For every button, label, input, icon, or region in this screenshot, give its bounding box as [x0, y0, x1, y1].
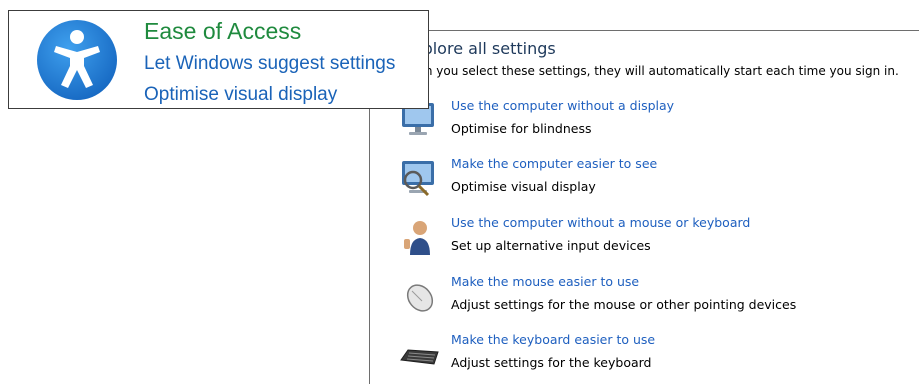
setting-item-mouse-easier: Make the mouse easier to use Adjust sett…	[398, 274, 918, 320]
setting-item-keyboard-easier: Make the keyboard easier to use Adjust s…	[398, 332, 918, 378]
setting-item-without-display: Use the computer without a display Optim…	[398, 98, 918, 144]
magnifier-monitor-icon	[402, 161, 434, 197]
keyboard-icon	[400, 349, 439, 365]
setting-item-easier-to-see: Make the computer easier to see Optimise…	[398, 156, 918, 202]
without-mouse-keyboard-desc: Set up alternative input devices	[451, 238, 651, 253]
explore-settings-subtitle: When you select these settings, they wil…	[398, 64, 899, 78]
control-panel-content: Explore all settings When you select the…	[369, 30, 919, 384]
easier-to-see-desc: Optimise visual display	[451, 179, 596, 194]
card-title: Ease of Access	[144, 18, 302, 44]
keyboard-easier-desc: Adjust settings for the keyboard	[451, 355, 652, 370]
keyboard-easier-link[interactable]: Make the keyboard easier to use	[451, 332, 655, 347]
easier-to-see-link[interactable]: Make the computer easier to see	[451, 156, 657, 171]
ease-of-access-card: Ease of Access Let Windows suggest setti…	[8, 10, 429, 109]
mouse-easier-desc: Adjust settings for the mouse or other p…	[451, 297, 797, 312]
optimise-visual-display-link[interactable]: Optimise visual display	[144, 84, 337, 106]
mouse-icon	[406, 284, 434, 312]
person-icon	[404, 221, 430, 255]
setting-item-without-mouse-keyboard: Use the computer without a mouse or keyb…	[398, 215, 918, 261]
without-display-link[interactable]: Use the computer without a display	[451, 98, 674, 113]
without-display-desc: Optimise for blindness	[451, 121, 592, 136]
let-windows-suggest-link[interactable]: Let Windows suggest settings	[144, 53, 395, 75]
ease-of-access-icon[interactable]	[36, 19, 118, 101]
mouse-easier-link[interactable]: Make the mouse easier to use	[451, 274, 639, 289]
without-mouse-keyboard-link[interactable]: Use the computer without a mouse or keyb…	[451, 215, 750, 230]
